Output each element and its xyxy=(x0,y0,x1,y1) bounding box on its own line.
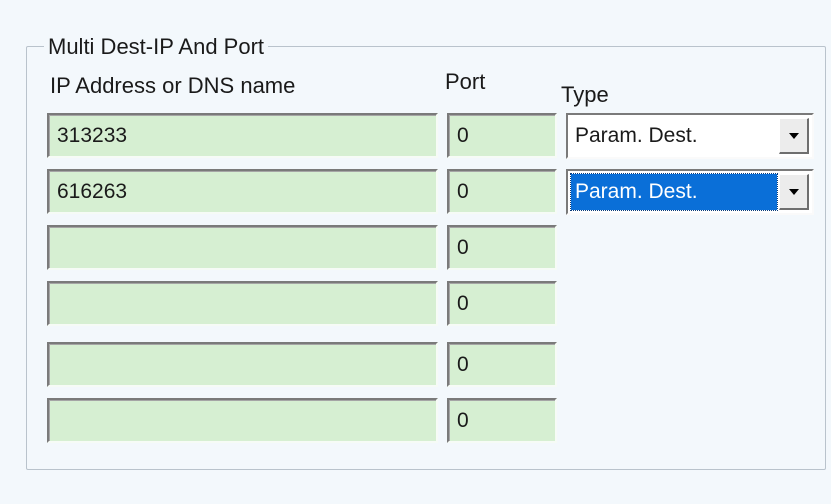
ip-field-4[interactable] xyxy=(47,281,438,326)
chevron-down-icon xyxy=(788,132,799,139)
port-field-1[interactable]: 0 xyxy=(447,113,557,158)
port-field-6[interactable]: 0 xyxy=(447,398,557,443)
type-select-2-dropdown-button[interactable] xyxy=(779,174,809,210)
group-title: Multi Dest-IP And Port xyxy=(44,35,269,59)
port-field-2[interactable]: 0 xyxy=(447,169,557,214)
ip-field-6[interactable] xyxy=(47,398,438,443)
port-field-4[interactable]: 0 xyxy=(447,281,557,326)
port-field-5[interactable]: 0 xyxy=(447,342,557,387)
type-select-1-dropdown-button[interactable] xyxy=(779,118,809,154)
ip-column-header: IP Address or DNS name xyxy=(50,73,296,98)
type-column-header: Type xyxy=(561,82,609,107)
port-field-3[interactable]: 0 xyxy=(447,225,557,270)
type-select-1-value: Param. Dest. xyxy=(575,124,698,147)
ip-field-1[interactable]: 313233 xyxy=(47,113,438,158)
ip-field-3[interactable] xyxy=(47,225,438,270)
type-select-2[interactable]: Param. Dest. xyxy=(566,169,814,215)
ip-field-2[interactable]: 616263 xyxy=(47,169,438,214)
chevron-down-icon xyxy=(788,188,799,195)
type-select-1[interactable]: Param. Dest. xyxy=(566,113,814,159)
type-select-2-value: Param. Dest. xyxy=(570,173,778,211)
ip-field-5[interactable] xyxy=(47,342,438,387)
port-column-header: Port xyxy=(445,69,486,94)
